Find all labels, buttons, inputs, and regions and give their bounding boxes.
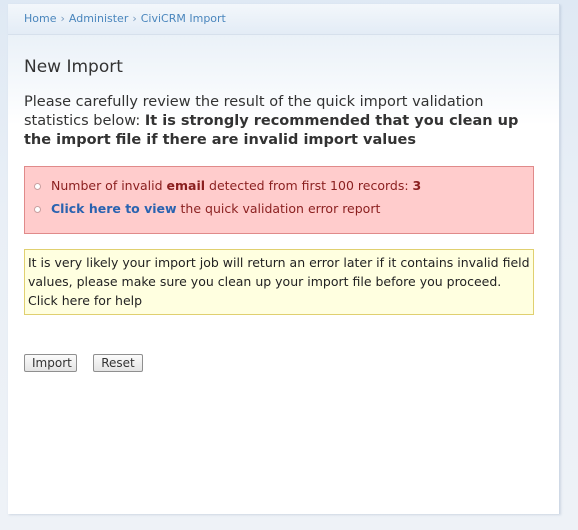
bullet-icon (34, 183, 41, 190)
intro-text: Please carefully review the result of th… (24, 93, 544, 150)
error-field: email (166, 178, 206, 193)
validation-error-box: Number of invalid email detected from fi… (24, 166, 534, 234)
main-panel: Home › Administer › CiviCRM Import New Impor… (8, 4, 560, 514)
error-prefix: Number of invalid (51, 178, 167, 193)
error-report-suffix: the quick validation error report (176, 201, 381, 216)
breadcrumb-administer[interactable]: Administer (69, 12, 128, 25)
error-middle: detected from first 100 records: (205, 178, 413, 193)
help-link[interactable]: Click here for help (28, 293, 142, 308)
page-title: New Import (24, 57, 123, 77)
breadcrumb-separator: › (132, 12, 137, 25)
error-item-text: Number of invalid email detected from fi… (51, 178, 421, 193)
bullet-icon (34, 206, 41, 213)
error-count: 3 (412, 178, 422, 193)
import-button[interactable]: Import (24, 354, 77, 372)
breadcrumb-separator: › (60, 12, 65, 25)
warning-message: It is very likely your import job will r… (28, 255, 530, 289)
breadcrumb-home[interactable]: Home (24, 12, 56, 25)
breadcrumb: Home › Administer › CiviCRM Import (24, 12, 226, 25)
error-item-invalid-email: Number of invalid email detected from fi… (34, 178, 421, 193)
error-item-text: Click here to view the quick validation … (51, 201, 380, 216)
reset-button[interactable]: Reset (93, 354, 143, 372)
warning-text: It is very likely your import job will r… (28, 253, 532, 310)
warning-box: It is very likely your import job will r… (24, 249, 534, 315)
breadcrumb-bar: Home › Administer › CiviCRM Import (8, 4, 559, 35)
breadcrumb-civicrm-import[interactable]: CiviCRM Import (141, 12, 226, 25)
view-error-report-link[interactable]: Click here to view (51, 201, 177, 216)
error-item-view-report: Click here to view the quick validation … (34, 201, 380, 216)
